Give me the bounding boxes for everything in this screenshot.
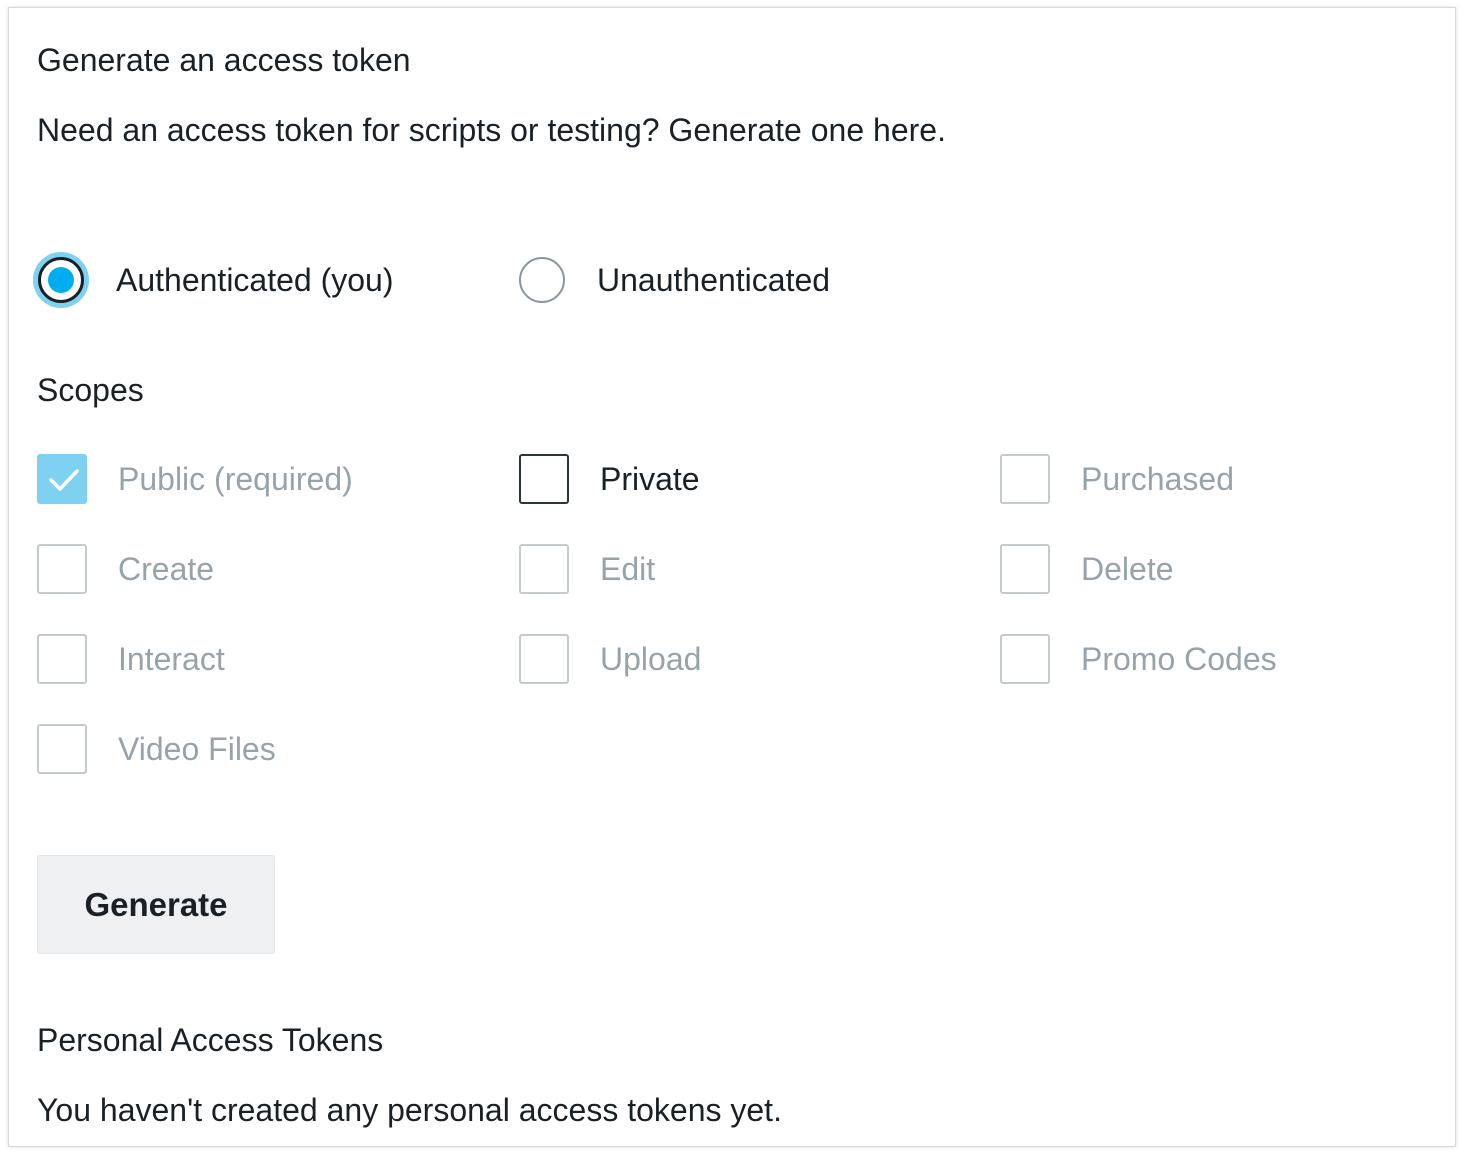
generate-button[interactable]: Generate (37, 855, 275, 954)
generate-token-title: Generate an access token (37, 42, 411, 78)
radio-unauthenticated-control[interactable] (519, 257, 565, 303)
scope-private[interactable]: Private (519, 454, 700, 504)
radio-authenticated-label: Authenticated (you) (116, 261, 394, 298)
scope-private-label: Private (600, 460, 700, 497)
radio-unauthenticated[interactable]: Unauthenticated (518, 252, 830, 308)
scope-public-checkbox[interactable] (37, 454, 87, 504)
scope-create-label: Create (118, 550, 215, 587)
scope-purchased-label: Purchased (1081, 460, 1234, 497)
scope-promo-codes-checkbox[interactable] (1000, 634, 1050, 684)
scope-promo-codes[interactable]: Promo Codes (1000, 634, 1277, 684)
scope-purchased[interactable]: Purchased (1000, 454, 1234, 504)
scope-upload-label: Upload (600, 640, 702, 677)
scope-upload[interactable]: Upload (519, 634, 701, 684)
scope-edit-label: Edit (600, 550, 656, 587)
generate-token-description: Need an access token for scripts or test… (37, 112, 946, 148)
radio-authenticated[interactable]: Authenticated (you) (37, 252, 394, 308)
scope-interact[interactable]: Interact (37, 634, 225, 684)
scope-public[interactable]: Public (required) (37, 454, 353, 504)
access-token-panel: Generate an access token Need an access … (8, 7, 1456, 1147)
scope-edit-checkbox[interactable] (519, 544, 569, 594)
personal-tokens-empty-message: You haven't created any personal access … (37, 1092, 782, 1128)
scope-edit[interactable]: Edit (519, 544, 655, 594)
scope-purchased-checkbox[interactable] (1000, 454, 1050, 504)
scope-delete[interactable]: Delete (1000, 544, 1174, 594)
scope-delete-checkbox[interactable] (1000, 544, 1050, 594)
personal-tokens-title: Personal Access Tokens (37, 1022, 384, 1058)
scopes-title: Scopes (37, 372, 144, 408)
scope-create[interactable]: Create (37, 544, 214, 594)
scope-delete-label: Delete (1081, 550, 1174, 587)
radio-authenticated-control[interactable] (38, 257, 84, 303)
scope-promo-codes-label: Promo Codes (1081, 640, 1277, 677)
radio-unauthenticated-label: Unauthenticated (597, 261, 831, 298)
scope-video-files[interactable]: Video Files (37, 724, 276, 774)
scope-video-files-label: Video Files (118, 730, 276, 767)
scope-create-checkbox[interactable] (37, 544, 87, 594)
scope-upload-checkbox[interactable] (519, 634, 569, 684)
radio-selected-dot (48, 267, 74, 293)
scope-interact-label: Interact (118, 640, 225, 677)
scope-private-checkbox[interactable] (519, 454, 569, 504)
check-icon (49, 469, 79, 491)
scope-public-label: Public (required) (118, 460, 353, 497)
scope-video-files-checkbox[interactable] (37, 724, 87, 774)
scope-interact-checkbox[interactable] (37, 634, 87, 684)
